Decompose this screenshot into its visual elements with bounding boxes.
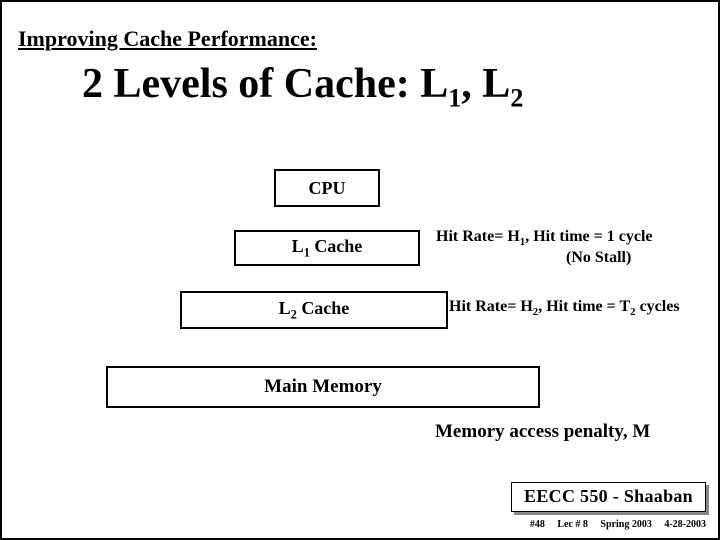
- cpu-box: CPU: [274, 169, 380, 207]
- course-badge: EECC 550 - Shaaban: [511, 482, 706, 512]
- title-sub-2: 2: [510, 83, 523, 112]
- l1-label: L1 Cache: [292, 236, 363, 261]
- l2-note-a: Hit Rate= H: [449, 298, 533, 315]
- main-memory-box: Main Memory: [106, 366, 540, 408]
- l2-note-c: cycles: [636, 298, 680, 315]
- mem-label: Main Memory: [264, 376, 382, 398]
- l2-label: L2 Cache: [279, 298, 350, 323]
- cpu-label: CPU: [309, 178, 346, 199]
- l2-note-b: , Hit time = T: [538, 298, 630, 315]
- l2-post: Cache: [297, 298, 350, 318]
- l2-cache-box: L2 Cache: [180, 291, 448, 329]
- l1-note-a: Hit Rate= H: [436, 228, 520, 245]
- l1-pre: L: [292, 236, 304, 256]
- l1-post: Cache: [310, 236, 363, 256]
- slide-number: #48: [530, 519, 545, 530]
- l1-note-b: , Hit time = 1 cycle: [525, 228, 652, 245]
- title-sub-1: 1: [448, 83, 461, 112]
- l2-note: Hit Rate= H2, Hit time = T2 cycles: [449, 298, 709, 319]
- memory-penalty-note: Memory access penalty, M: [435, 421, 650, 443]
- l2-pre: L: [279, 298, 291, 318]
- term: Spring 2003: [600, 519, 651, 530]
- date: 4-28-2003: [664, 519, 706, 530]
- title-text-b: , L: [461, 61, 510, 107]
- title-text-a: 2 Levels of Cache: L: [82, 61, 448, 107]
- slide-title: 2 Levels of Cache: L1, L2: [82, 60, 523, 113]
- l1-note-line1: Hit Rate= H1, Hit time = 1 cycle: [436, 228, 706, 249]
- l1-note: Hit Rate= H1, Hit time = 1 cycle (No Sta…: [436, 228, 706, 267]
- slide-heading: Improving Cache Performance:: [18, 26, 317, 52]
- l1-cache-box: L1 Cache: [234, 230, 420, 266]
- l1-note-line2: (No Stall): [436, 249, 706, 267]
- lecture-number: Lec # 8: [557, 519, 588, 530]
- footer-meta: #48 Lec # 8 Spring 2003 4-28-2003: [520, 519, 706, 530]
